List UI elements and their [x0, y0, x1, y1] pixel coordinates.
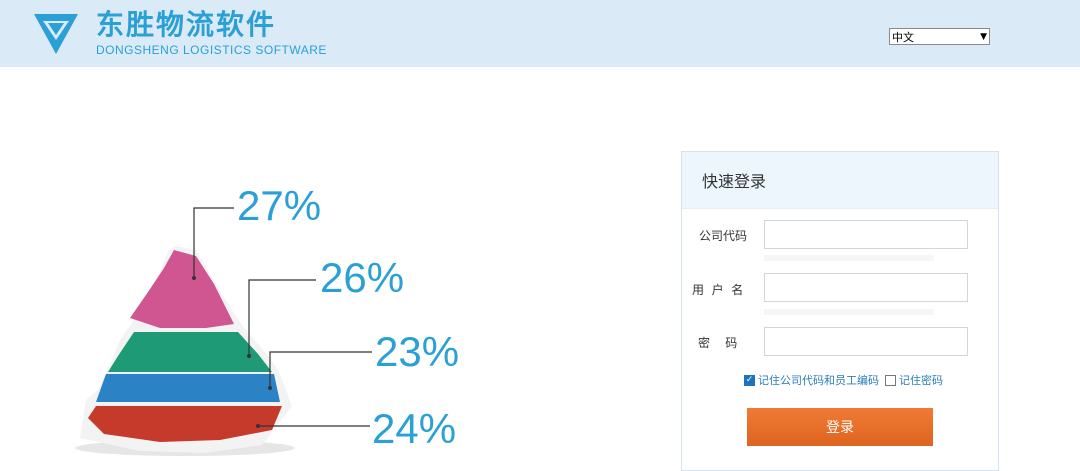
company-code-input[interactable] [764, 220, 968, 249]
remember-code-checkbox[interactable]: ✓ [744, 374, 755, 386]
login-title: 快速登录 [702, 172, 767, 191]
top-header: 东胜物流软件 DONGSHENG LOGISTICS SOFTWARE 中文 ▼ [0, 0, 1080, 67]
password-input[interactable] [764, 327, 968, 356]
pyramid-label-top: 27% [237, 182, 322, 229]
remember-code-option[interactable]: ✓ 记住公司代码和员工编码 [744, 372, 879, 388]
pyramid-label-bottom: 24% [372, 405, 457, 452]
remember-password-label[interactable]: 记住密码 [899, 372, 943, 388]
company-code-label: 公司代码 [699, 229, 748, 243]
input-shadow [764, 309, 934, 315]
username-label: 用 户 名 [692, 283, 744, 297]
brand-subtitle: DONGSHENG LOGISTICS SOFTWARE [96, 43, 327, 57]
language-selected-value: 中文 [892, 30, 914, 44]
brand-name: 东胜物流软件 [96, 8, 277, 41]
remember-password-checkbox[interactable] [885, 374, 896, 386]
login-panel: 快速登录 公司代码 用 户 名 密 码 ✓ 记住公司代码和员工编码 记住密码 登… [681, 151, 999, 471]
pyramid-illustration: 27% 26% 23% 24% [0, 160, 560, 458]
remember-code-label[interactable]: 记住公司代码和员工编码 [758, 372, 879, 388]
login-button[interactable]: 登录 [747, 408, 933, 446]
pyramid-layer-blue [96, 374, 280, 402]
diamond-logo-icon [34, 14, 78, 54]
username-input[interactable] [764, 273, 968, 302]
input-shadow [764, 255, 934, 261]
pyramid-label-second: 26% [320, 254, 405, 301]
remember-password-option[interactable]: 记住密码 [885, 372, 943, 388]
password-label: 密 码 [698, 336, 738, 350]
language-select[interactable]: 中文 ▼ [889, 28, 990, 45]
pyramid-label-third: 23% [375, 328, 460, 375]
chevron-down-icon: ▼ [980, 31, 987, 42]
